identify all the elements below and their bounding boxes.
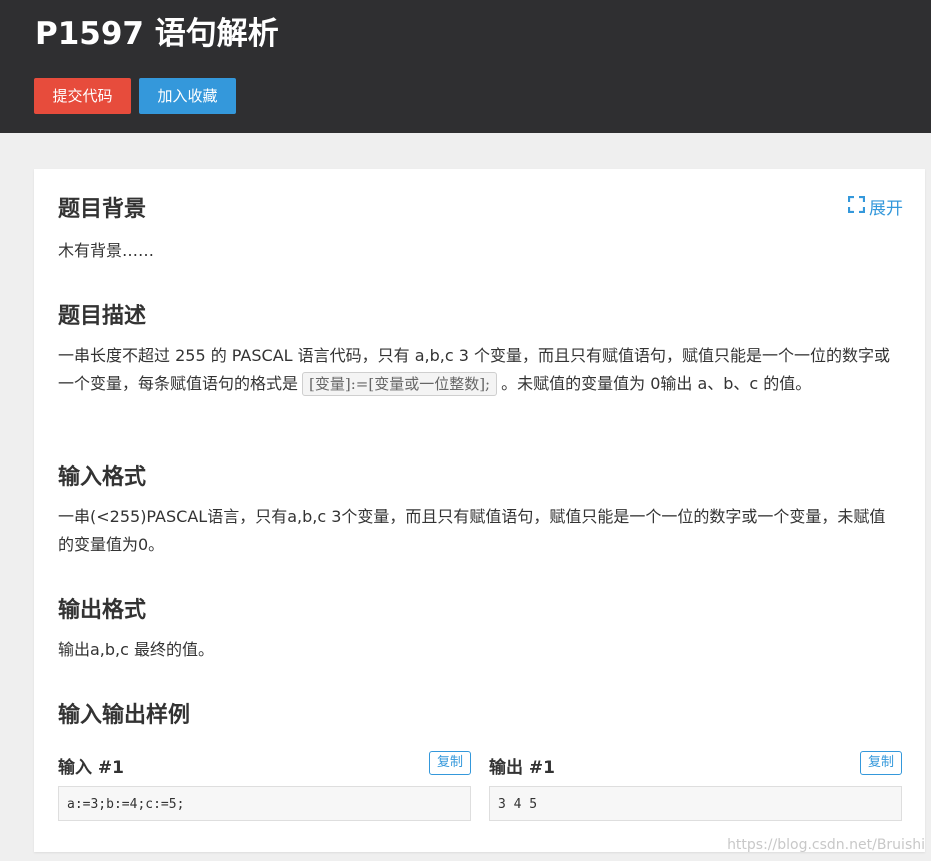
input-format-text: 一串(<255)PASCAL语言，只有a,b,c 3个变量，而且只有赋值语句，赋…	[58, 507, 886, 554]
expand-icon	[847, 195, 866, 218]
expand-label: 展开	[869, 199, 903, 219]
problem-card: 题目背景 展开 木有背景…… 题目描述 一串长度不超过 255 的 PASCAL…	[34, 169, 925, 852]
output-format-title: 输出格式	[58, 598, 147, 623]
copy-input-button[interactable]: 复制	[429, 751, 471, 775]
sample-output-box[interactable]: 3 4 5	[489, 786, 902, 821]
input-format-title: 输入格式	[58, 465, 147, 490]
watermark: https://blog.csdn.net/Bruishi	[727, 837, 925, 853]
description-text: 一串长度不超过 255 的 PASCAL 语言代码，只有 a,b,c 3 个变量…	[58, 342, 900, 398]
sample-output-label: 输出 #1	[489, 758, 555, 778]
add-favorite-button[interactable]: 加入收藏	[139, 78, 236, 114]
description-text-after: 。未赋值的变量值为 0输出 a、b、c 的值。	[501, 374, 812, 393]
expand-button[interactable]: 展开	[847, 194, 903, 219]
background-text: 木有背景……	[58, 241, 155, 260]
problem-header: P1597 语句解析 提交代码 加入收藏	[0, 0, 931, 133]
sample-input-label: 输入 #1	[58, 758, 124, 778]
samples-title: 输入输出样例	[58, 703, 191, 728]
description-title: 题目描述	[58, 304, 147, 329]
submit-code-button[interactable]: 提交代码	[34, 78, 131, 114]
sample-input-box[interactable]: a:=3;b:=4;c:=5;	[58, 786, 471, 821]
output-format-text: 输出a,b,c 最终的值。	[58, 640, 215, 659]
background-title: 题目背景	[58, 197, 147, 222]
format-code: [变量]:=[变量或一位整数];	[302, 372, 498, 396]
copy-output-button[interactable]: 复制	[860, 751, 902, 775]
problem-title: P1597 语句解析	[35, 16, 279, 52]
